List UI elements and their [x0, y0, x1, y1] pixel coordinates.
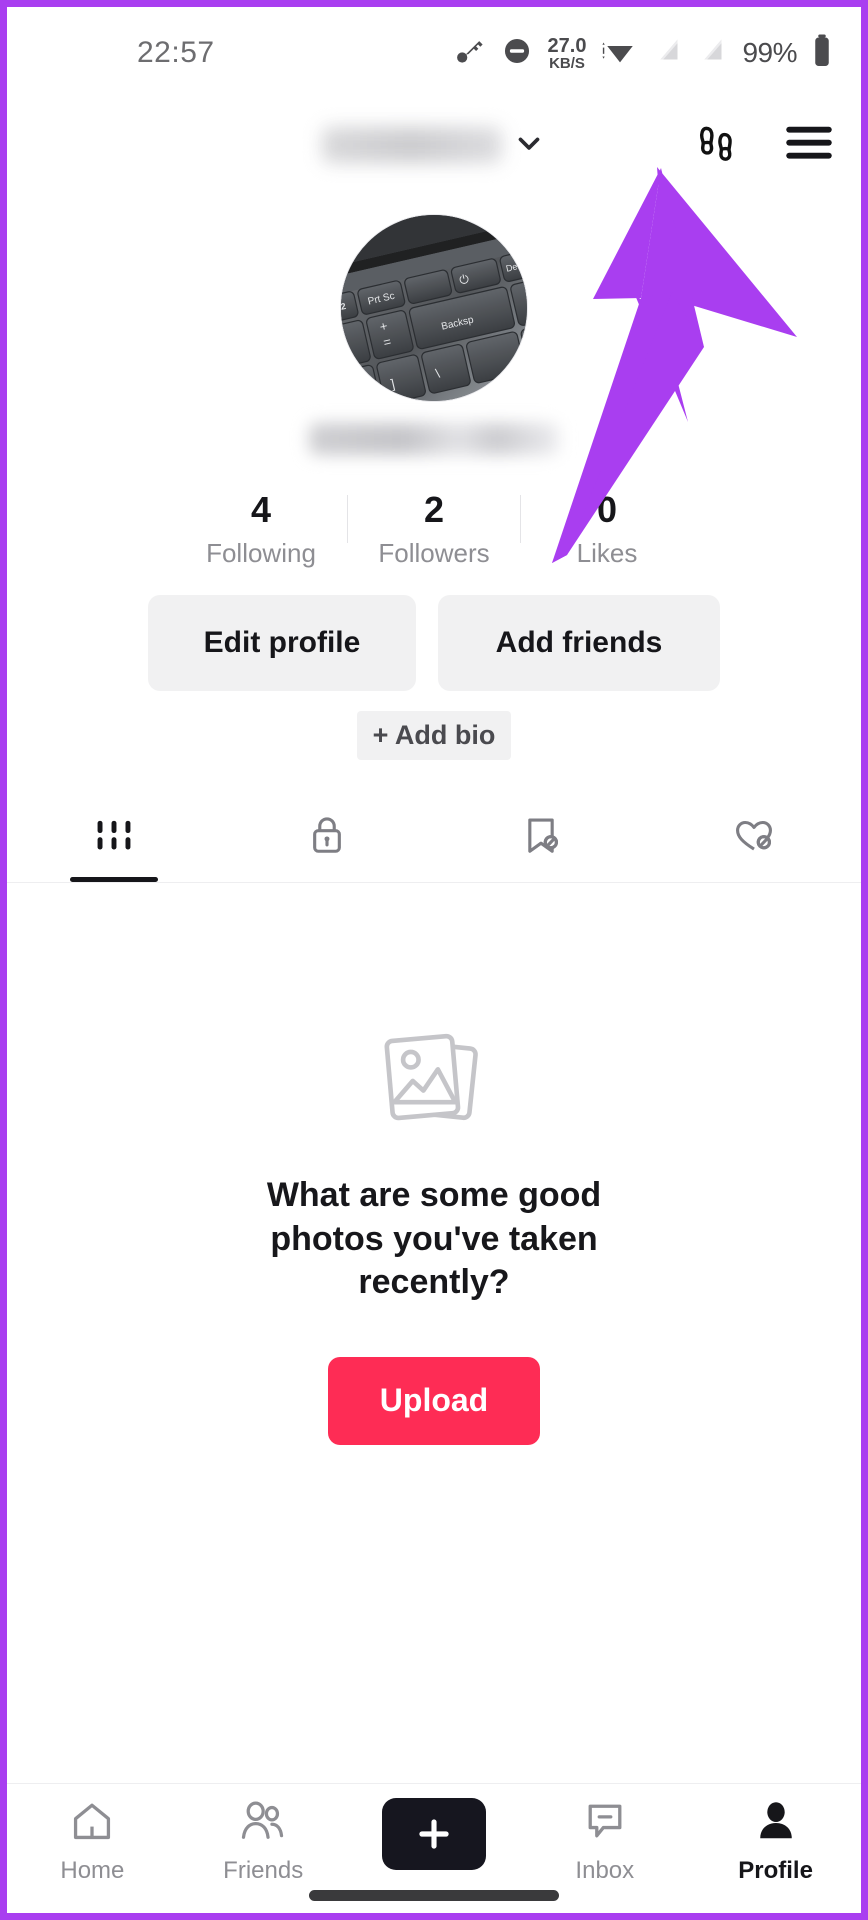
status-bar-clock: 22:57: [137, 36, 215, 69]
status-bar: 22:57 27.0 KB/S 99%: [7, 7, 861, 99]
stat-likes[interactable]: 0 Likes: [521, 489, 693, 569]
annotated-screenshot-frame: 22:57 27.0 KB/S 99% F12 Prt Sc ⏻ Delete …: [0, 0, 868, 1920]
nav-item-friends[interactable]: Friends: [178, 1798, 349, 1885]
add-bio-button[interactable]: + Add bio: [356, 711, 512, 761]
network-speed-unit: KB/S: [549, 54, 585, 72]
empty-state-message: What are some good photos you've taken r…: [266, 1176, 602, 1302]
avatar[interactable]: F12 Prt Sc ⏻ Delete + = Backsp ] \: [341, 215, 527, 401]
profile-top-bar: [7, 99, 861, 191]
network-speed-indicator: 27.0 KB/S: [548, 36, 587, 71]
tab-posts[interactable]: [7, 790, 221, 883]
create-plus-icon[interactable]: [372, 1798, 495, 1870]
tab-liked[interactable]: [648, 790, 862, 882]
footprints-icon[interactable]: [691, 117, 743, 174]
profile-handle-blurred: [309, 423, 559, 455]
stat-count: 0: [596, 489, 618, 530]
nav-item-create[interactable]: [349, 1798, 520, 1878]
nav-label: Inbox: [575, 1857, 635, 1884]
stat-count: 2: [423, 489, 445, 530]
edit-profile-button[interactable]: Edit profile: [148, 595, 416, 692]
stat-following[interactable]: 4 Following: [175, 489, 347, 569]
nav-label: Home: [60, 1857, 125, 1884]
photos-stack-icon: [371, 1023, 497, 1140]
do-not-disturb-icon: [500, 34, 534, 73]
nav-item-inbox[interactable]: Inbox: [519, 1798, 690, 1885]
nav-label: Profile: [738, 1857, 813, 1884]
stat-label: Followers: [378, 538, 490, 569]
home-indicator: [309, 1890, 559, 1901]
stat-followers[interactable]: 2 Followers: [348, 489, 520, 569]
stat-count: 4: [250, 489, 272, 530]
top-bar-actions: [691, 117, 835, 174]
stat-label: Following: [206, 538, 316, 569]
add-friends-button[interactable]: Add friends: [438, 595, 720, 692]
network-speed-value: 27.0: [547, 34, 587, 57]
sim-signal-icon: [654, 34, 684, 73]
phone-screen: 22:57 27.0 KB/S 99% F12 Prt Sc ⏻ Delete …: [7, 7, 861, 1913]
vpn-key-icon: [452, 34, 486, 73]
account-switcher[interactable]: [322, 126, 546, 165]
battery-percent-label: 99%: [742, 37, 797, 68]
bookmark-hidden-icon: [518, 811, 564, 862]
battery-icon: [811, 33, 833, 74]
nav-item-home[interactable]: Home: [7, 1798, 178, 1885]
profile-handle-container: [7, 423, 861, 467]
stat-label: Likes: [576, 538, 638, 569]
bio-row: + Add bio: [7, 711, 861, 761]
wifi-icon: [600, 34, 640, 73]
inbox-icon: [581, 1798, 629, 1849]
tab-private[interactable]: [221, 790, 435, 882]
avatar-container[interactable]: F12 Prt Sc ⏻ Delete + = Backsp ] \: [7, 215, 861, 401]
home-icon: [68, 1798, 116, 1849]
nav-item-profile[interactable]: Profile: [690, 1798, 861, 1885]
hamburger-menu-icon[interactable]: [783, 121, 835, 170]
friends-icon: [237, 1798, 289, 1849]
tab-active-underline: [69, 877, 158, 883]
empty-state: What are some good photos you've taken r…: [7, 883, 861, 1783]
username-label-blurred: [322, 127, 502, 163]
profile-stats-row: 4 Following 2 Followers 0 Likes: [7, 489, 861, 569]
grid-posts-icon: [91, 811, 137, 862]
bottom-navigation-bar: Home Friends Inbox Profile: [7, 1783, 861, 1913]
tab-saved[interactable]: [434, 790, 648, 882]
profile-tab-bar: [7, 790, 862, 884]
nav-label: Friends: [223, 1857, 304, 1884]
sim-signal-2-icon: [698, 34, 728, 73]
status-bar-icons: 27.0 KB/S 99%: [452, 33, 833, 74]
lock-icon: [304, 811, 350, 862]
profile-actions: Edit profile Add friends: [7, 595, 861, 692]
heart-hidden-icon: [731, 811, 777, 862]
upload-button[interactable]: Upload: [328, 1356, 540, 1445]
profile-person-icon: [752, 1798, 800, 1849]
chevron-down-icon[interactable]: [512, 126, 546, 165]
